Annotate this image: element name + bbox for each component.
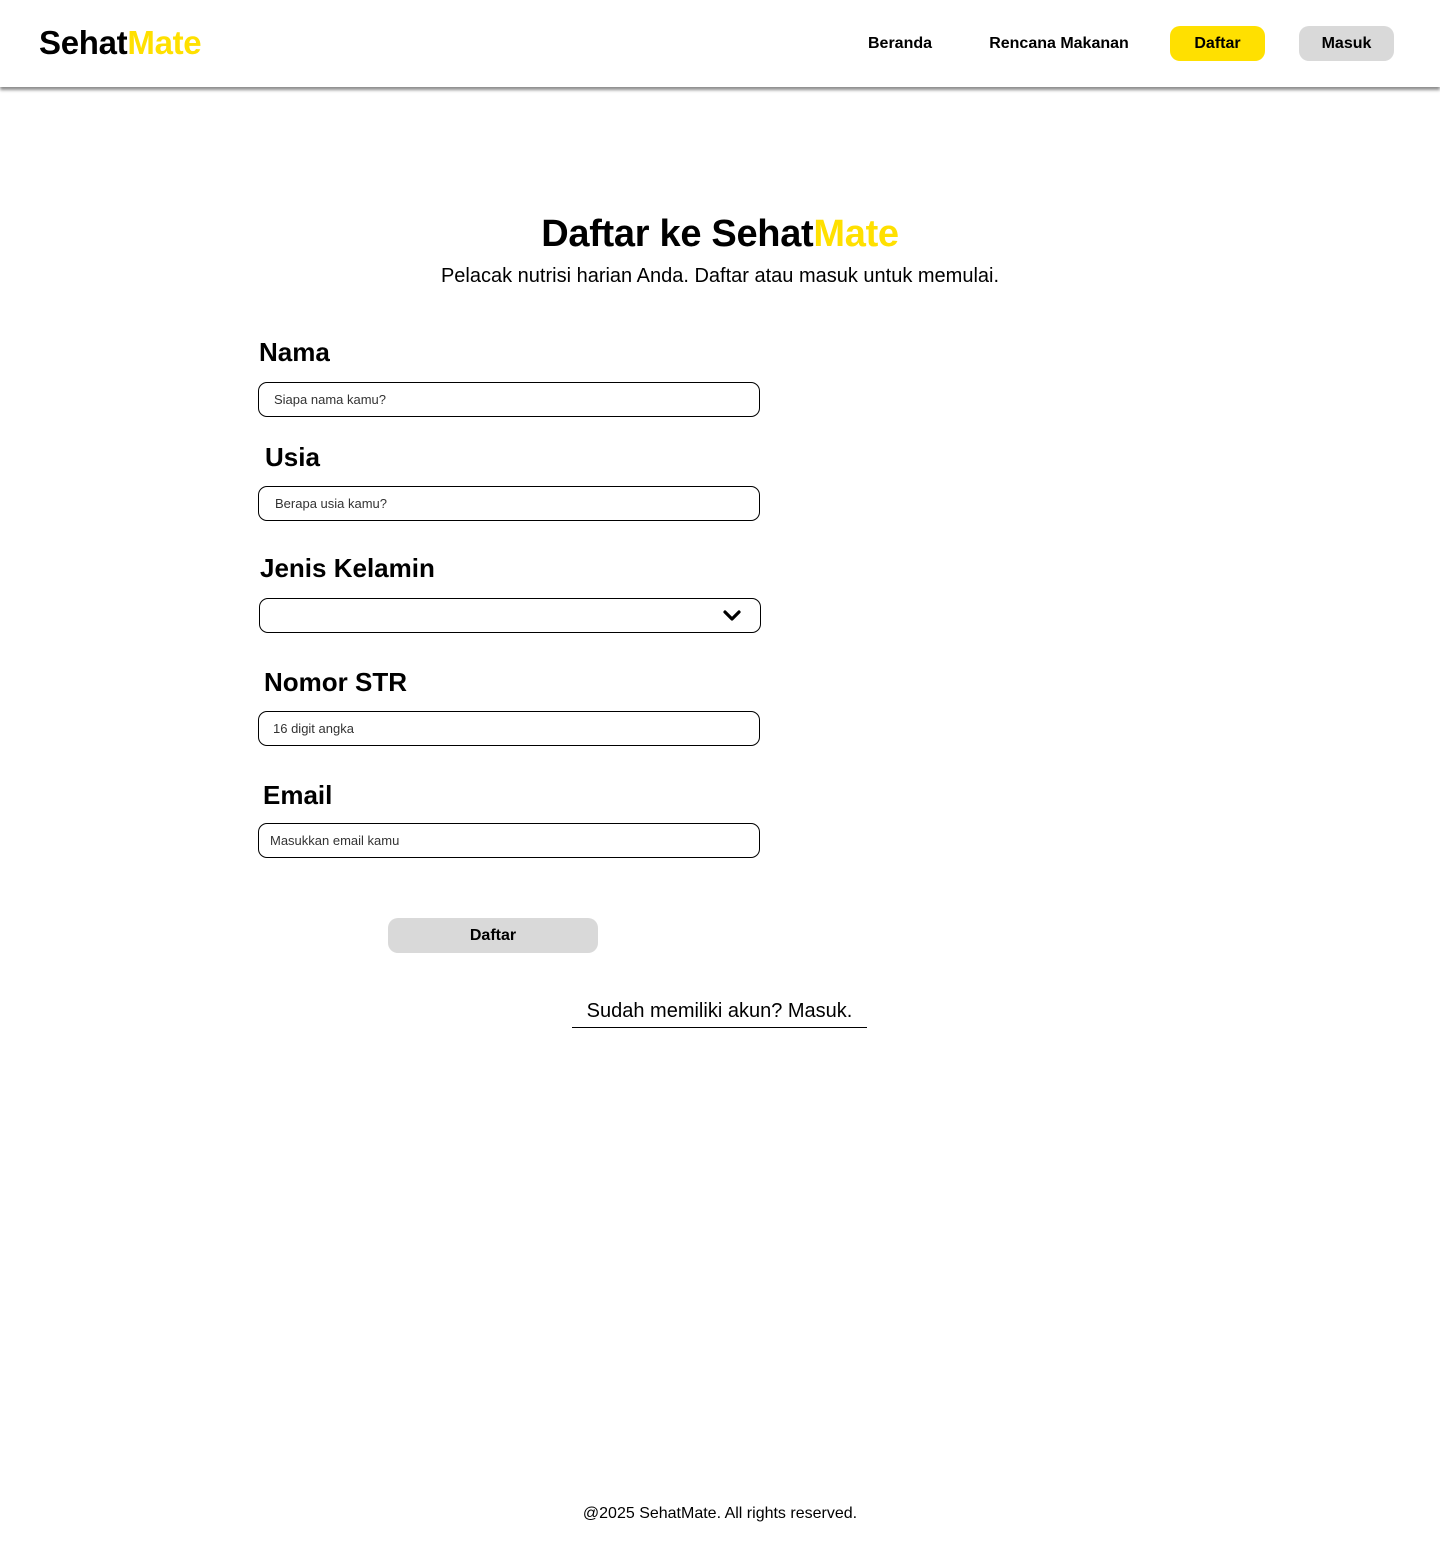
login-link[interactable]: Sudah memiliki akun? Masuk.	[572, 996, 867, 1028]
page-title-accent: Mate	[813, 213, 899, 255]
nomor-str-input[interactable]	[258, 711, 760, 746]
nav-link-rencana-makanan[interactable]: Rencana Makanan	[972, 26, 1146, 61]
page-subtitle: Pelacak nutrisi harian Anda. Daftar atau…	[440, 265, 1000, 287]
chevron-down-icon	[723, 610, 741, 621]
logo-text-accent: Mate	[127, 24, 202, 61]
page-title-main: Daftar ke Sehat	[541, 213, 814, 255]
navbar: SehatMate Beranda Rencana Makanan Daftar…	[0, 0, 1440, 87]
nav-daftar-button[interactable]: Daftar	[1170, 26, 1265, 61]
nama-label: Nama	[259, 337, 330, 367]
usia-label: Usia	[265, 442, 320, 472]
nav-link-beranda[interactable]: Beranda	[852, 26, 948, 61]
usia-input[interactable]	[258, 486, 760, 521]
page-title: Daftar ke SehatMate	[0, 210, 1440, 258]
daftar-submit-button[interactable]: Daftar	[388, 918, 598, 953]
email-input[interactable]	[258, 823, 760, 858]
nama-input[interactable]	[258, 382, 760, 417]
jenis-kelamin-select[interactable]	[259, 598, 761, 633]
email-label: Email	[263, 780, 333, 810]
logo[interactable]: SehatMate	[39, 22, 202, 64]
jenis-kelamin-label: Jenis Kelamin	[260, 553, 435, 583]
logo-text-main: Sehat	[39, 24, 128, 61]
nav-masuk-button[interactable]: Masuk	[1299, 26, 1394, 61]
footer-copyright: @2025 SehatMate. All rights reserved.	[582, 1505, 858, 1522]
nomor-str-label: Nomor STR	[264, 667, 407, 697]
